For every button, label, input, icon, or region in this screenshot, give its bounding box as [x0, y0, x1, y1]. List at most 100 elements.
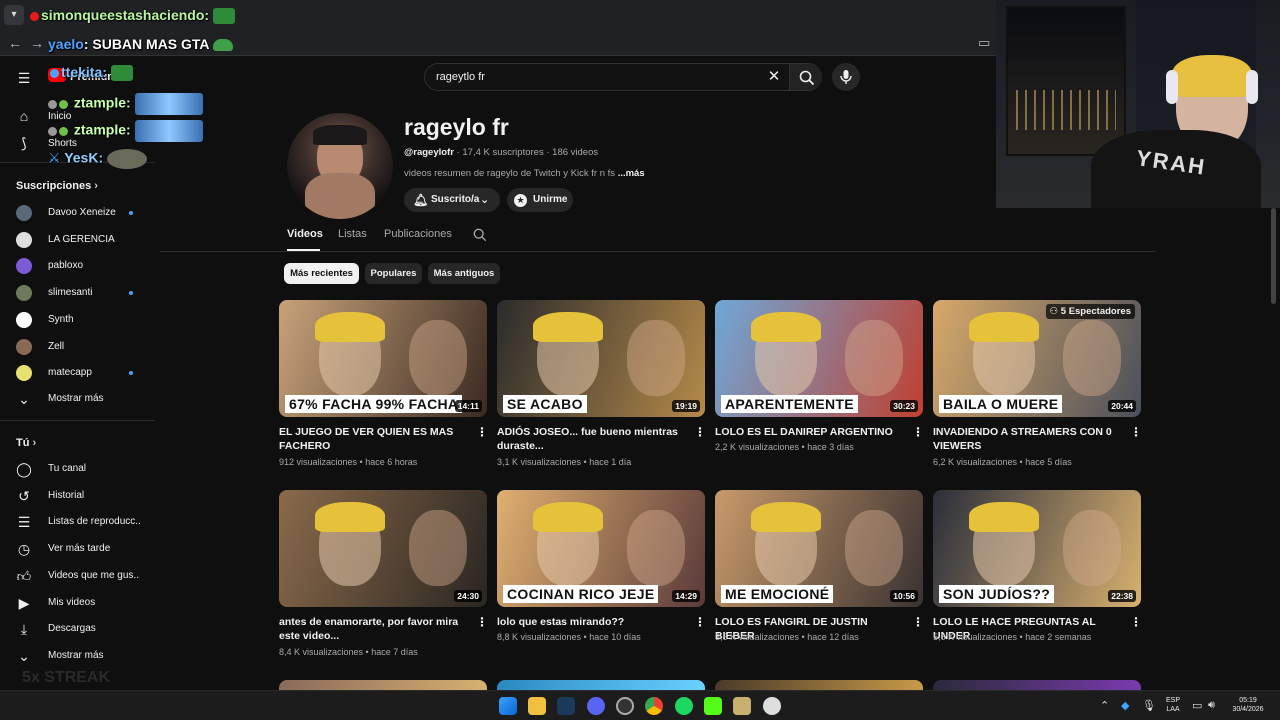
sidebar-item-you[interactable]: ☰ Listas de reproducc...	[0, 509, 155, 535]
search-icon[interactable]	[473, 228, 487, 245]
subscribed-button[interactable]: 🔔︎ Suscrito/a ⌄	[404, 188, 500, 212]
search-box[interactable]: rageytlo fr ✕	[424, 63, 822, 91]
video-title[interactable]: lolo que estas mirando??	[497, 615, 683, 629]
sidebar-item-you[interactable]: 👍︎ Videos que me gus...	[0, 563, 155, 589]
video-title[interactable]: INVADIENDO A STREAMERS CON 0 VIEWERS	[933, 425, 1119, 453]
windows-start-icon[interactable]	[499, 697, 517, 715]
emote-icon	[107, 149, 148, 169]
sidebar-subscription-item[interactable]: slimesanti	[0, 280, 155, 306]
search-input[interactable]: rageytlo fr	[436, 71, 485, 83]
streak-overlay-text: 5x STREAK	[22, 669, 111, 686]
you-header[interactable]: Tú ›	[16, 437, 36, 449]
discord-icon[interactable]	[587, 697, 605, 715]
more-vert-icon[interactable]: ⋮	[1130, 425, 1142, 439]
video-thumbnail[interactable]: 67% FACHA 99% FACHA 14:11	[279, 300, 487, 417]
tab-videos[interactable]: Videos	[287, 228, 323, 240]
video-thumbnail-partial[interactable]	[279, 680, 487, 690]
kick-icon[interactable]	[704, 697, 722, 715]
app-icon[interactable]	[763, 697, 781, 715]
more-vert-icon[interactable]: ⋮	[912, 615, 924, 629]
badge-icon	[50, 68, 59, 78]
language-indicator[interactable]: ESP LAA	[1163, 696, 1183, 714]
search-button[interactable]	[789, 64, 822, 90]
steam-icon[interactable]	[557, 697, 575, 715]
file-explorer-icon[interactable]	[528, 697, 546, 715]
more-link[interactable]: ...más	[618, 168, 645, 179]
subscriptions-header[interactable]: Suscripciones ›	[16, 180, 98, 192]
more-vert-icon[interactable]: ⋮	[476, 425, 488, 439]
back-arrow-icon[interactable]: ←	[6, 34, 24, 52]
chevron-down-icon[interactable]: ▾	[4, 5, 24, 25]
duration-badge: 24:30	[454, 590, 482, 602]
sidebar-item-you[interactable]: ▶ Mis videos	[0, 590, 155, 616]
badge-icon	[30, 11, 39, 21]
sidebar-subscription-item[interactable]: LA GERENCIA	[0, 227, 155, 253]
chrome-icon[interactable]	[645, 697, 663, 715]
volume-icon[interactable]: 🔊︎	[1208, 699, 1215, 712]
sidebar-subscription-item[interactable]: pabloxo	[0, 253, 155, 279]
network-icon[interactable]: ▭	[1192, 699, 1202, 712]
sidebar-item-you[interactable]: ⤓ Descargas	[0, 616, 155, 642]
forward-arrow-icon[interactable]: →	[28, 34, 46, 52]
chip-recent[interactable]: Más recientes	[284, 263, 359, 284]
clock[interactable]: 05:19 30/4/2026	[1226, 696, 1270, 714]
chip-popular[interactable]: Populares	[365, 263, 422, 284]
more-vert-icon[interactable]: ⋮	[912, 425, 924, 439]
duration-badge: 20:44	[1108, 400, 1136, 412]
sidebar-item-you[interactable]: ↺ Historial	[0, 483, 155, 509]
more-vert-icon[interactable]: ⋮	[694, 425, 706, 439]
channel-avatar[interactable]	[287, 113, 393, 219]
video-title[interactable]: LOLO ES EL DANIREP ARGENTINO	[715, 425, 901, 439]
subs-show-more[interactable]: ⌄ Mostrar más	[0, 386, 155, 412]
sidebar-item-you[interactable]: ◯ Tu canal	[0, 456, 155, 482]
spotify-icon[interactable]	[675, 697, 693, 715]
chat-message: ttekita:	[50, 64, 133, 82]
video-title[interactable]: EL JUEGO DE VER QUIEN ES MAS FACHERO	[279, 425, 465, 453]
join-button[interactable]: ★ Unirme	[507, 188, 573, 212]
app-icon[interactable]	[733, 697, 751, 715]
tab-playlists[interactable]: Listas	[338, 228, 367, 240]
video-thumbnail[interactable]: SON JUDÍOS?? 22:38	[933, 490, 1141, 607]
tray-app-icon[interactable]: ◆	[1121, 699, 1129, 712]
chevron-up-icon[interactable]: ⌃	[1100, 699, 1109, 712]
microphone-icon[interactable]: 🎙︎	[1142, 699, 1156, 712]
channel-description[interactable]: videos resumen de rageylo de Twitch y Ki…	[404, 168, 645, 179]
video-thumbnail-partial[interactable]	[933, 680, 1141, 690]
video-thumbnail[interactable]: COCINAN RICO JEJE 14:29	[497, 490, 705, 607]
obs-icon[interactable]	[616, 697, 634, 715]
page-scrollbar[interactable]	[1271, 208, 1276, 304]
chip-oldest[interactable]: Más antiguos	[428, 263, 500, 284]
channel-avatar-icon	[16, 231, 32, 248]
video-thumbnail[interactable]: ME EMOCIONÉ 10:56	[715, 490, 923, 607]
cast-icon[interactable]: ▭	[978, 34, 996, 52]
thumbnail-caption: SE ACABO	[503, 395, 587, 413]
sidebar-subscription-item[interactable]: matecapp	[0, 360, 155, 386]
menu-icon[interactable]: ☰	[16, 70, 32, 86]
sidebar-item-you[interactable]: ◷ Ver más tarde	[0, 536, 155, 562]
channel-handle: @rageylofr	[404, 147, 454, 158]
video-thumbnail[interactable]: BAILA O MUERE ⚇ 5 Espectadores 20:44	[933, 300, 1141, 417]
video-thumbnail[interactable]: 24:30	[279, 490, 487, 607]
tab-posts[interactable]: Publicaciones	[384, 228, 452, 240]
sidebar-subscription-item[interactable]: Synth	[0, 307, 155, 333]
chevron-down-icon: ⌄	[480, 194, 490, 206]
more-vert-icon[interactable]: ⋮	[694, 615, 706, 629]
video-thumbnail[interactable]: SE ACABO 19:19	[497, 300, 705, 417]
video-title[interactable]: ADIÓS JOSEO... fue bueno mientras durast…	[497, 425, 683, 453]
video-thumbnail-partial[interactable]	[497, 680, 705, 690]
sidebar-subscription-item[interactable]: Davoo Xeneize	[0, 200, 155, 226]
sidebar-subscription-item[interactable]: Zell	[0, 334, 155, 360]
more-vert-icon[interactable]: ⋮	[1130, 615, 1142, 629]
chat-message: ztample:	[48, 93, 203, 115]
voice-search-button[interactable]	[832, 63, 860, 91]
more-vert-icon[interactable]: ⋮	[476, 615, 488, 629]
chat-message: yaelo: SUBAN MAS GTA	[48, 36, 233, 52]
video-thumbnail[interactable]: APARENTEMENTE 30:23	[715, 300, 923, 417]
badge-icon	[48, 126, 57, 136]
video-thumbnail-partial[interactable]	[715, 680, 923, 690]
video-title[interactable]: antes de enamorarte, por favor mira este…	[279, 615, 465, 643]
channel-avatar-icon	[16, 258, 32, 275]
close-icon[interactable]: ✕	[765, 68, 783, 86]
you-show-more[interactable]: ⌄ Mostrar más	[0, 643, 155, 669]
channel-avatar-icon	[16, 205, 32, 221]
